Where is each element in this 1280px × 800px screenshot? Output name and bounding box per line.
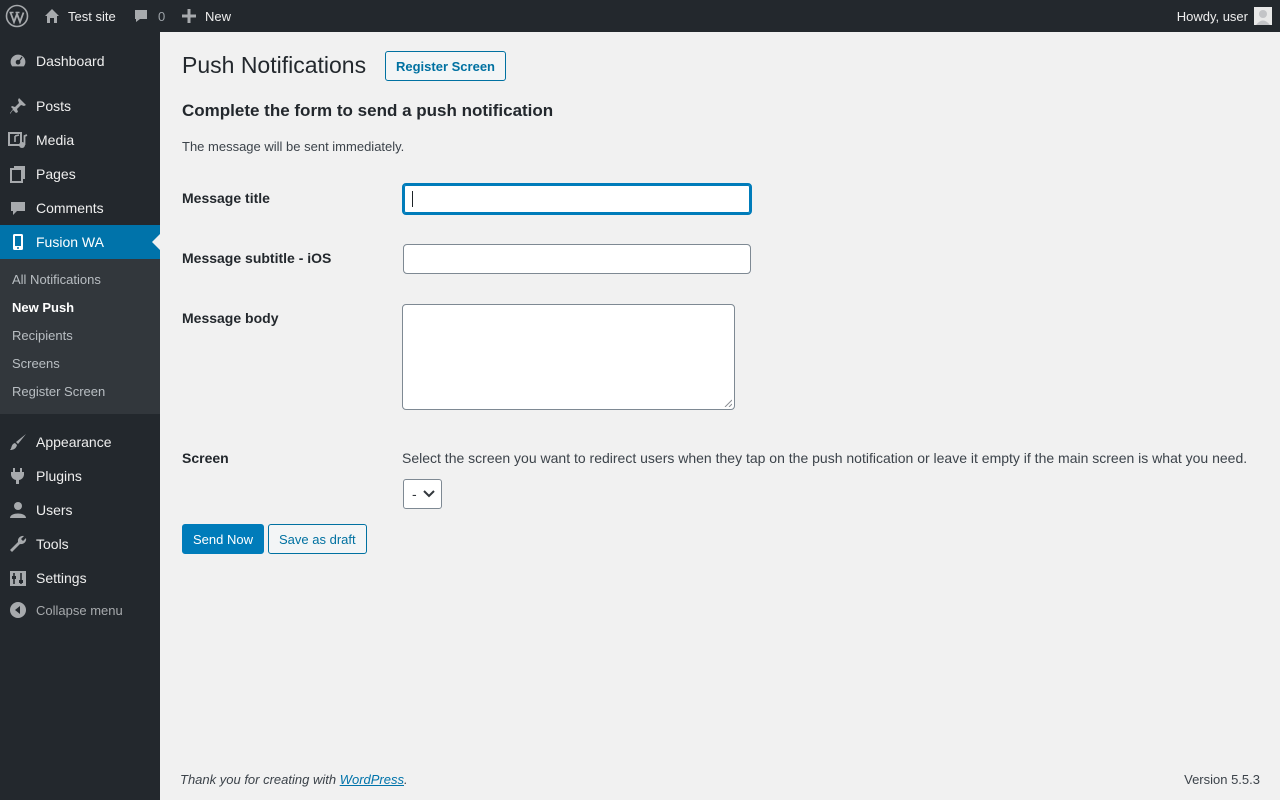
- admin-bar: Test site 0 New Howdy, user: [0, 0, 1280, 32]
- home-icon: [45, 9, 59, 23]
- wordpress-logo-icon[interactable]: [5, 0, 29, 32]
- dashboard-icon: [8, 51, 28, 71]
- footer-version: Version 5.5.3: [1184, 772, 1260, 787]
- menu-label: Dashboard: [36, 53, 105, 69]
- new-content-link[interactable]: New: [182, 0, 231, 32]
- menu-item-comments[interactable]: Comments: [0, 191, 160, 225]
- menu-label: Fusion WA: [36, 234, 104, 250]
- wordpress-link[interactable]: WordPress: [340, 772, 404, 787]
- save-draft-button[interactable]: Save as draft: [268, 524, 367, 554]
- new-label: New: [205, 8, 232, 24]
- comments-count: 0: [158, 8, 166, 24]
- menu-label: Tools: [36, 536, 69, 552]
- submenu-all-notifications[interactable]: All Notifications: [12, 272, 101, 287]
- fusion-wa-submenu: All Notifications New Push Recipients Sc…: [0, 259, 160, 414]
- menu-item-posts[interactable]: Posts: [0, 89, 160, 123]
- menu-label: Settings: [36, 570, 87, 586]
- footer-thanks: Thank you for creating with WordPress.: [180, 772, 408, 787]
- avatar: [1254, 7, 1272, 25]
- howdy-text: Howdy, user: [1176, 8, 1248, 24]
- register-screen-button[interactable]: Register Screen: [385, 51, 506, 81]
- menu-item-tools[interactable]: Tools: [0, 527, 160, 561]
- collapse-menu-button[interactable]: Collapse menu: [0, 593, 160, 627]
- site-name-link[interactable]: Test site: [44, 0, 116, 32]
- page-title: Push Notifications: [182, 52, 367, 78]
- screen-label: Screen: [182, 450, 229, 466]
- menu-label: Users: [36, 502, 73, 518]
- menu-label: Pages: [36, 166, 76, 182]
- message-body-textarea[interactable]: [402, 304, 735, 410]
- menu-item-appearance[interactable]: Appearance: [0, 425, 160, 459]
- screen-select-value: -: [412, 486, 417, 502]
- menu-label: Media: [36, 132, 75, 148]
- collapse-arrow-icon: [8, 600, 28, 620]
- screen-select[interactable]: -: [403, 479, 442, 509]
- section-title: Complete the form to send a push notific…: [182, 101, 554, 120]
- screen-help-text: Select the screen you want to redirect u…: [402, 450, 1248, 466]
- resize-grip-icon[interactable]: [724, 399, 732, 407]
- settings-icon: [8, 568, 28, 588]
- comment-icon: [135, 10, 147, 22]
- footer-thanks-text: Thank you for creating with: [180, 772, 340, 787]
- message-subtitle-input[interactable]: [403, 244, 751, 274]
- wrench-icon: [8, 534, 28, 554]
- plus-icon: [182, 9, 196, 23]
- chevron-down-icon: [423, 490, 435, 498]
- pushpin-icon: [8, 96, 28, 116]
- form-description: The message will be sent immediately.: [182, 139, 405, 154]
- media-icon: [8, 130, 28, 150]
- message-title-label: Message title: [182, 190, 270, 206]
- account-menu[interactable]: Howdy, user: [1177, 0, 1272, 32]
- admin-sidebar: Dashboard Posts Media Pages Comments Fus…: [0, 32, 160, 800]
- message-title-input[interactable]: [402, 183, 752, 215]
- pages-icon: [8, 164, 28, 184]
- main-content: Push Notifications Register Screen Compl…: [160, 32, 1280, 800]
- submenu-register-screen[interactable]: Register Screen: [12, 384, 105, 399]
- menu-item-fusion-wa[interactable]: Fusion WA: [0, 225, 160, 259]
- phone-icon: [8, 232, 28, 252]
- send-now-button[interactable]: Send Now: [182, 524, 264, 554]
- menu-label: Posts: [36, 98, 72, 114]
- menu-item-plugins[interactable]: Plugins: [0, 459, 160, 493]
- message-subtitle-label: Message subtitle - iOS: [182, 250, 332, 266]
- paintbrush-icon: [8, 432, 28, 452]
- menu-item-users[interactable]: Users: [0, 493, 160, 527]
- submenu-new-push[interactable]: New Push: [12, 300, 74, 315]
- collapse-label: Collapse menu: [36, 602, 123, 618]
- user-icon: [8, 500, 28, 520]
- comment-icon: [8, 198, 28, 218]
- menu-item-settings[interactable]: Settings: [0, 561, 160, 595]
- footer-thanks-suffix: .: [404, 772, 408, 787]
- menu-label: Comments: [36, 200, 104, 216]
- menu-label: Appearance: [36, 434, 112, 450]
- comments-link[interactable]: 0: [133, 0, 165, 32]
- submenu-recipients[interactable]: Recipients: [12, 328, 73, 343]
- menu-label: Plugins: [36, 468, 82, 484]
- text-caret: [412, 191, 413, 207]
- message-body-label: Message body: [182, 310, 279, 326]
- menu-item-dashboard[interactable]: Dashboard: [0, 44, 160, 78]
- menu-item-media[interactable]: Media: [0, 123, 160, 157]
- site-name: Test site: [68, 8, 116, 24]
- plug-icon: [8, 466, 28, 486]
- menu-item-pages[interactable]: Pages: [0, 157, 160, 191]
- submenu-screens[interactable]: Screens: [12, 356, 60, 371]
